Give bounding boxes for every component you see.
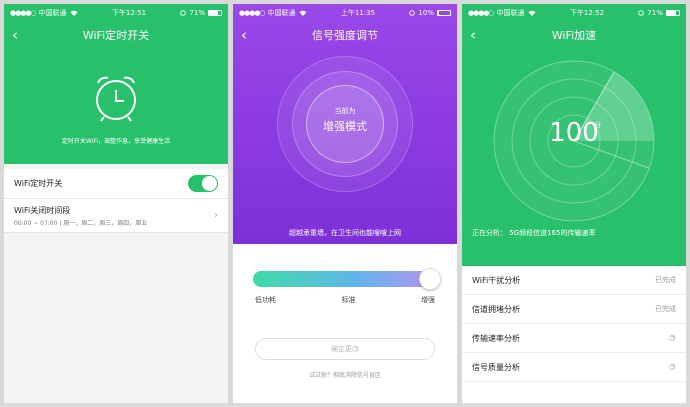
score-unit: 分	[594, 121, 601, 129]
phone-screen-signal-strength: ●●●●○ 中国联通 上午11:35 10% ‹ 信号强度调节 当前为 增强模式…	[233, 4, 457, 403]
back-chevron-icon[interactable]: ‹	[241, 26, 247, 44]
list-item: 信号质量分析	[462, 353, 686, 382]
wifi-icon	[528, 10, 536, 16]
item-label: 信道拥堵分析	[472, 304, 520, 314]
signal-dots-icon: ●●●●○	[10, 9, 37, 17]
phone-screen-wifi-boost: ●●●●○ 中国联通 下午12:52 71% ‹ WiFi加速 100 分 正在…	[462, 4, 686, 403]
loading-spinner-icon	[668, 363, 676, 371]
carrier-label: 中国联通	[267, 9, 296, 17]
status-bar: ●●●●○ 中国联通 上午11:35 10%	[233, 4, 457, 22]
hint-link[interactable]: 试试他？彻底消除信号盲区	[233, 370, 457, 379]
radar-display: 100 分	[462, 56, 686, 226]
alarm-status-icon	[180, 10, 187, 16]
battery-percent: 71%	[647, 9, 663, 17]
tick-standard[interactable]: 标准	[342, 295, 356, 305]
period-title: WiFi关闭时间段	[14, 205, 71, 215]
carrier-label: 中国联通	[38, 9, 67, 17]
item-label: WiFi干扰分析	[472, 275, 521, 285]
list-item: WiFi干扰分析 已完成	[462, 266, 686, 295]
header-area: ●●●●○ 中国联通 上午11:35 10% ‹ 信号强度调节 当前为 增强模式…	[233, 4, 457, 244]
status-bar: ●●●●○ 中国联通 下午12:52 71%	[462, 4, 686, 22]
signal-dots-icon: ●●●●○	[239, 9, 266, 17]
header-area: ●●●●○ 中国联通 下午12:51 71% ‹ WiFi定时开关 定时开关Wi…	[4, 4, 228, 164]
wifi-icon	[70, 10, 78, 16]
battery-level	[208, 11, 218, 15]
status-time: 上午11:35	[340, 9, 376, 17]
toggle-knob	[202, 176, 217, 191]
phone-screen-wifi-timer: ●●●●○ 中国联通 下午12:51 71% ‹ WiFi定时开关 定时开关Wi…	[4, 4, 228, 403]
confirm-change-button[interactable]: 确定更改	[255, 338, 435, 360]
list-item: 传输速率分析	[462, 324, 686, 353]
item-status: 已完成	[655, 305, 676, 313]
analysis-list: WiFi干扰分析 已完成 信道拥堵分析 已完成 传输速率分析 信号质量分析	[462, 266, 686, 382]
speed-score: 100	[549, 118, 599, 148]
loading-spinner-icon	[668, 334, 676, 342]
battery-level	[437, 11, 440, 15]
wifi-icon	[299, 10, 307, 16]
slider-track[interactable]	[253, 268, 441, 290]
nav-bar: ‹ 信号强度调节	[233, 22, 457, 48]
back-chevron-icon[interactable]: ‹	[470, 26, 476, 44]
battery-percent: 71%	[189, 9, 205, 17]
wifi-timer-toggle[interactable]	[188, 175, 218, 192]
tick-enhanced[interactable]: 增强	[421, 295, 435, 305]
switch-label: WiFi定时开关	[14, 179, 63, 188]
header-area: ●●●●○ 中国联通 下午12:52 71% ‹ WiFi加速 100 分 正在…	[462, 4, 686, 266]
battery-percent: 10%	[418, 9, 434, 17]
page-title: 信号强度调节	[312, 29, 378, 42]
mode-circle: 当前为 增强模式	[233, 48, 457, 228]
wifi-off-period-row[interactable]: WiFi关闭时间段 00:00 ~ 07:00 | 周一，周二，周三，周四，周五…	[4, 199, 228, 233]
nav-bar: ‹ WiFi加速	[462, 22, 686, 48]
carrier-label: 中国联通	[496, 9, 525, 17]
mode-value: 增强模式	[323, 120, 367, 133]
status-time: 下午12:51	[111, 9, 147, 17]
period-detail: 00:00 ~ 07:00 | 周一，周二，周三，周四，周五	[14, 219, 148, 227]
slider-ticks: 低功耗 标准 增强	[253, 295, 437, 305]
signal-dots-icon: ●●●●○	[468, 9, 495, 17]
strength-slider[interactable]: 低功耗 标准 增强	[233, 268, 457, 305]
nav-bar: ‹ WiFi定时开关	[4, 22, 228, 48]
page-title: WiFi加速	[551, 29, 597, 42]
battery-icon	[207, 10, 222, 16]
battery-icon	[436, 10, 451, 16]
mode-tip: 超越承重墙，在卫生间也能嗖嗖上网	[289, 229, 401, 237]
chevron-right-icon: ›	[214, 210, 218, 221]
list-item: 信道拥堵分析 已完成	[462, 295, 686, 324]
alarm-clock-icon	[96, 76, 136, 122]
wifi-timer-switch-row[interactable]: WiFi定时开关	[4, 169, 228, 199]
alarm-status-icon	[638, 10, 645, 16]
back-chevron-icon[interactable]: ‹	[12, 26, 18, 44]
analyzing-status: 正在分析： 5G频段信道165的传输速率	[472, 229, 596, 237]
alarm-status-icon	[409, 10, 416, 16]
item-label: 传输速率分析	[472, 333, 520, 343]
item-label: 信号质量分析	[472, 362, 520, 372]
item-status: 已完成	[655, 276, 676, 284]
status-bar: ●●●●○ 中国联通 下午12:51 71%	[4, 4, 228, 22]
slider-thumb[interactable]	[419, 268, 441, 290]
battery-level	[666, 11, 676, 15]
tagline: 定时开关WiFi，调整作息，享受健康生活	[61, 138, 171, 145]
page-title: WiFi定时开关	[82, 29, 150, 42]
tick-low-power[interactable]: 低功耗	[255, 295, 276, 305]
status-time: 下午12:52	[569, 9, 605, 17]
battery-icon	[665, 10, 680, 16]
mode-label: 当前为	[334, 107, 356, 115]
